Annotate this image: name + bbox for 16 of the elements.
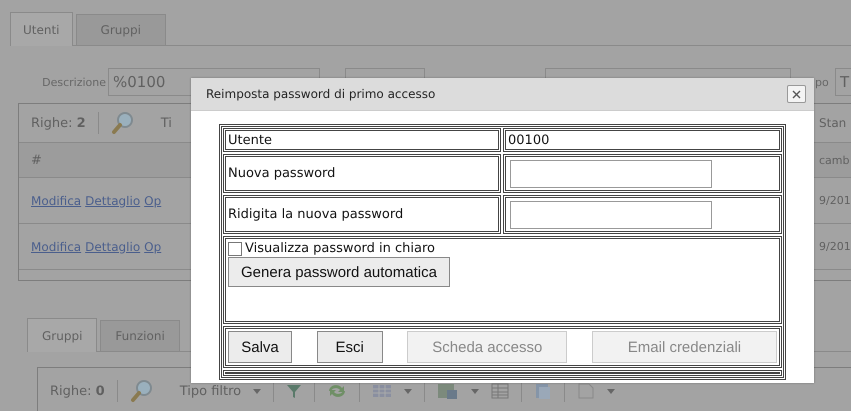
checkbox-label: Visualizza password in chiaro [245, 241, 435, 256]
table-cell: 9/201 [819, 194, 851, 207]
row-count: Righe: 0 [50, 384, 105, 398]
field-label: po [815, 76, 829, 88]
field-label: Ridigita la nuova password [223, 195, 501, 234]
filter-label: Ti [160, 116, 172, 130]
column-label: Stan [819, 116, 846, 130]
row-count: Righe: 2 [31, 116, 86, 130]
field-label: Descrizione [42, 76, 106, 88]
column-header: camb [819, 154, 850, 166]
column-header: # [31, 152, 42, 168]
field-label: Nuova password [223, 154, 501, 193]
dialog-title: Reimposta password di primo accesso [206, 87, 436, 101]
field-label: Utente [223, 128, 501, 152]
table-cell: 9/201 [819, 240, 851, 253]
user-value: 00100 [503, 128, 782, 152]
